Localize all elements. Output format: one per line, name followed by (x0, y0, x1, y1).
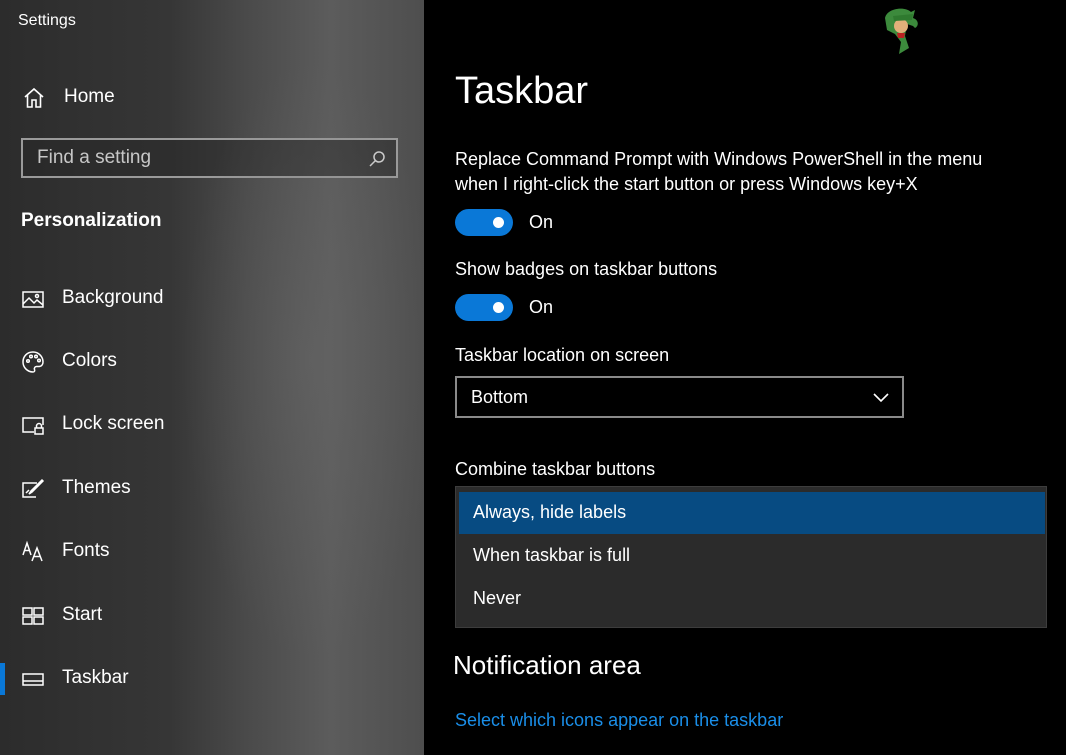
sidebar: Settings Home Personalization Background (0, 0, 424, 755)
badges-setting-label: Show badges on taskbar buttons (455, 259, 718, 279)
sidebar-item-label: Lock screen (62, 413, 165, 434)
app-title: Settings (18, 12, 76, 29)
combine-option[interactable]: When taskbar is full (459, 535, 1045, 577)
toggle-knob (493, 302, 504, 313)
fonts-icon (21, 540, 45, 564)
location-select[interactable]: Bottom (455, 376, 904, 418)
select-icons-link[interactable]: Select which icons appear on the taskbar (455, 710, 783, 731)
powershell-setting-label: Replace Command Prompt with Windows Powe… (455, 147, 982, 197)
badges-toggle-state: On (529, 297, 554, 317)
start-icon (21, 604, 45, 628)
combine-option[interactable]: Always, hide labels (459, 492, 1045, 534)
sidebar-item-label: Themes (62, 477, 131, 498)
search-box[interactable] (21, 138, 398, 178)
home-label: Home (64, 86, 115, 107)
location-select-value: Bottom (471, 387, 529, 407)
sidebar-item-themes[interactable]: Themes (0, 464, 424, 514)
search-input[interactable] (23, 147, 357, 169)
notification-area-heading: Notification area (453, 650, 641, 680)
page-title: Taskbar (455, 70, 589, 112)
nav-home[interactable]: Home (0, 76, 424, 120)
sidebar-item-fonts[interactable]: Fonts (0, 527, 424, 577)
toggle-knob (493, 217, 504, 228)
sidebar-item-label: Start (62, 604, 103, 625)
chevron-down-icon (872, 390, 890, 404)
home-icon (22, 86, 46, 110)
sidebar-item-lock-screen[interactable]: Lock screen (0, 400, 424, 450)
picture-icon (21, 287, 45, 311)
combine-dropdown-list: Always, hide labels When taskbar is full… (455, 486, 1047, 628)
sidebar-item-colors[interactable]: Colors (0, 337, 424, 387)
watermark-logo-icon (879, 4, 927, 56)
powershell-label-line2: when I right-click the start button or p… (455, 174, 918, 194)
themes-icon (21, 477, 45, 501)
taskbar-icon (21, 667, 45, 691)
sidebar-item-label: Fonts (62, 540, 110, 561)
combine-option-label: When taskbar is full (473, 545, 631, 565)
powershell-toggle[interactable] (455, 209, 513, 236)
section-title: Personalization (21, 210, 162, 231)
lock-screen-icon (21, 413, 45, 437)
combine-setting-label: Combine taskbar buttons (455, 459, 656, 479)
badges-toggle[interactable] (455, 294, 513, 321)
combine-option-label: Always, hide labels (473, 502, 627, 522)
powershell-label-line1: Replace Command Prompt with Windows Powe… (455, 149, 983, 169)
combine-option-label: Never (473, 588, 522, 608)
powershell-toggle-state: On (529, 212, 554, 232)
sidebar-item-taskbar[interactable]: Taskbar (0, 654, 424, 704)
combine-option[interactable]: Never (459, 578, 1045, 620)
sidebar-item-label: Background (62, 287, 164, 308)
search-icon[interactable] (368, 150, 386, 168)
palette-icon (21, 350, 45, 374)
main-content: Taskbar Replace Command Prompt with Wind… (424, 0, 1066, 755)
sidebar-item-label: Taskbar (62, 667, 129, 688)
sidebar-item-start[interactable]: Start (0, 591, 424, 641)
sidebar-item-label: Colors (62, 350, 117, 371)
active-indicator (0, 663, 5, 695)
location-setting-label: Taskbar location on screen (455, 345, 670, 365)
sidebar-item-background[interactable]: Background (0, 274, 424, 324)
